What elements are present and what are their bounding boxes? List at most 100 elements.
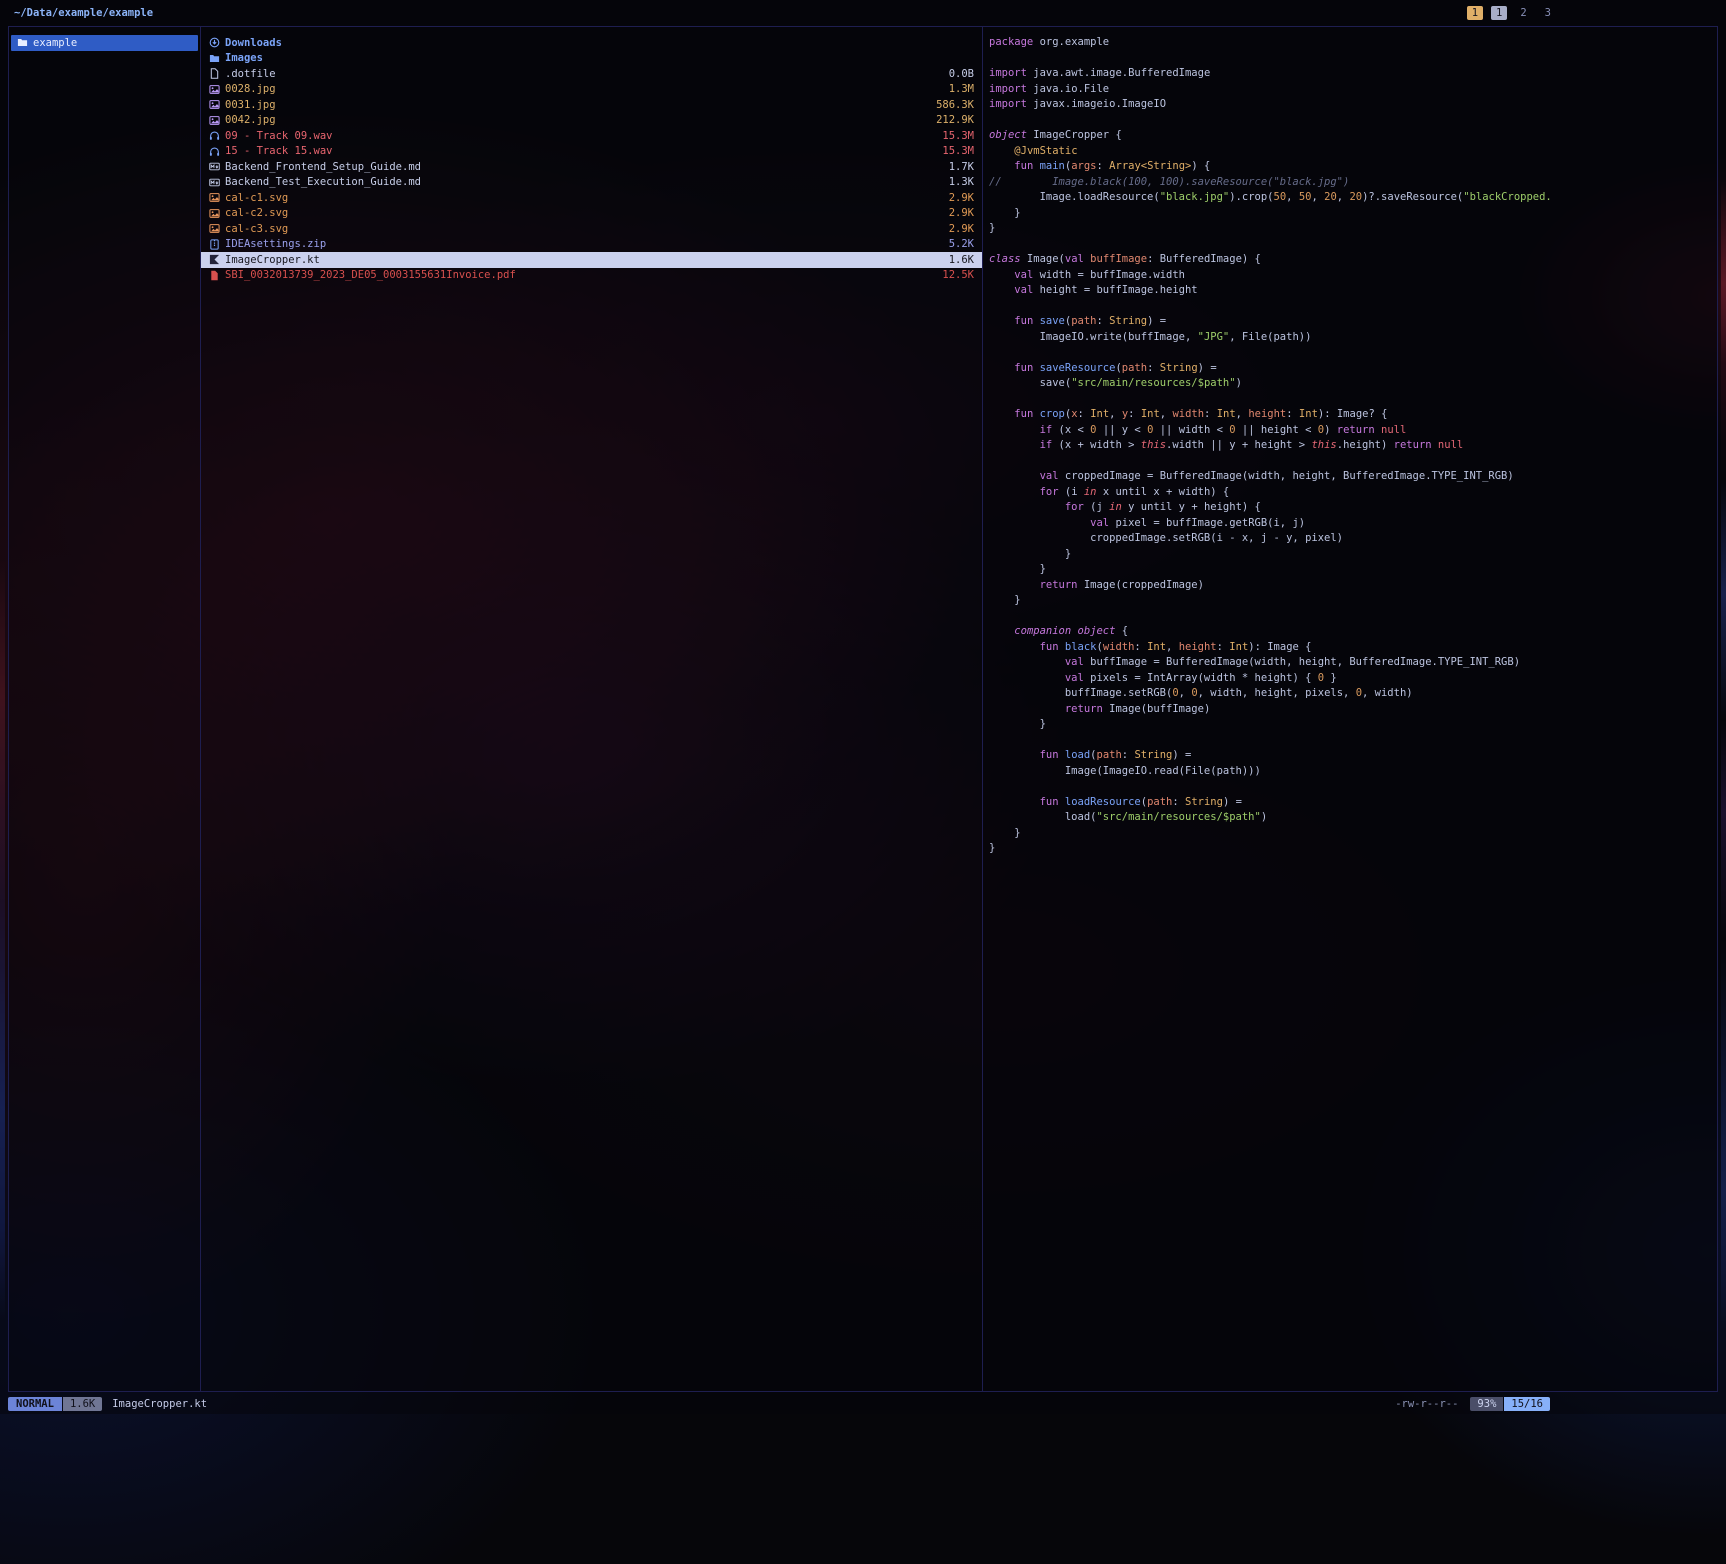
file-row[interactable]: Downloads bbox=[201, 35, 982, 51]
status-bar: NORMAL 1.6K ImageCropper.kt -rw-r--r-- 9… bbox=[8, 1395, 1718, 1412]
code-line: } bbox=[989, 206, 1711, 222]
file-name: Backend_Test_Execution_Guide.md bbox=[225, 176, 421, 188]
code-line: for (i in x until x + width) { bbox=[989, 485, 1711, 501]
tab-3[interactable]: 2 bbox=[1515, 6, 1531, 20]
file-name: Downloads bbox=[225, 37, 282, 49]
file-row[interactable]: 0031.jpg586.3K bbox=[201, 97, 982, 113]
file-size: 12.5K bbox=[932, 269, 974, 281]
file-name: .dotfile bbox=[225, 68, 276, 80]
parent-dir-row[interactable]: example bbox=[11, 35, 198, 51]
code-line: save("src/main/resources/$path") bbox=[989, 376, 1711, 392]
code-line bbox=[989, 454, 1711, 470]
code-line: } bbox=[989, 841, 1711, 857]
current-pane: DownloadsImages.dotfile0.0B0028.jpg1.3M0… bbox=[201, 27, 982, 1391]
code-line: fun load(path: String) = bbox=[989, 748, 1711, 764]
tab-bar: 1123 bbox=[1467, 0, 1556, 26]
tab-2[interactable]: 1 bbox=[1491, 6, 1507, 20]
file-row[interactable]: cal-c3.svg2.9K bbox=[201, 221, 982, 237]
status-filename: ImageCropper.kt bbox=[112, 1398, 207, 1410]
parent-pane-list: example bbox=[9, 35, 200, 51]
file-row[interactable]: Images bbox=[201, 51, 982, 67]
code-line: package org.example bbox=[989, 35, 1711, 51]
file-name: Images bbox=[225, 52, 263, 64]
file-name: IDEAsettings.zip bbox=[225, 238, 326, 250]
code-line: val width = buffImage.width bbox=[989, 268, 1711, 284]
file-row[interactable]: .dotfile0.0B bbox=[201, 66, 982, 82]
file-name: 09 - Track 09.wav bbox=[225, 130, 332, 142]
file-size: 5.2K bbox=[939, 238, 974, 250]
code-line: fun loadResource(path: String) = bbox=[989, 795, 1711, 811]
file-row[interactable]: cal-c1.svg2.9K bbox=[201, 190, 982, 206]
code-preview: package org.example import java.awt.imag… bbox=[983, 35, 1717, 857]
image-icon bbox=[209, 223, 225, 234]
code-line: return Image(croppedImage) bbox=[989, 578, 1711, 594]
code-line: fun saveResource(path: String) = bbox=[989, 361, 1711, 377]
code-line: Image(ImageIO.read(File(path))) bbox=[989, 764, 1711, 780]
code-line: @JvmStatic bbox=[989, 144, 1711, 160]
mode-indicator: NORMAL bbox=[8, 1397, 62, 1411]
file-row[interactable]: 0028.jpg1.3M bbox=[201, 82, 982, 98]
code-line: } bbox=[989, 593, 1711, 609]
path-bar: ~/Data/example/example bbox=[14, 0, 153, 26]
file-list: DownloadsImages.dotfile0.0B0028.jpg1.3M0… bbox=[201, 35, 982, 283]
image-icon bbox=[209, 99, 225, 110]
file-row[interactable]: 0042.jpg 212.9K bbox=[201, 113, 982, 129]
image-icon bbox=[209, 115, 225, 126]
file-name: 15 - Track 15.wav bbox=[225, 145, 332, 157]
code-line: val buffImage = BufferedImage(width, hei… bbox=[989, 655, 1711, 671]
file-row[interactable]: IDEAsettings.zip 5.2K bbox=[201, 237, 982, 253]
code-line: croppedImage.setRGB(i - x, j - y, pixel) bbox=[989, 531, 1711, 547]
markdown-icon bbox=[209, 177, 225, 188]
file-row[interactable]: Backend_Frontend_Setup_Guide.md 1.7K bbox=[201, 159, 982, 175]
file-row[interactable]: 09 - Track 09.wav15.3M bbox=[201, 128, 982, 144]
code-line: companion object { bbox=[989, 624, 1711, 640]
parent-pane: example bbox=[9, 27, 200, 1391]
code-line: } bbox=[989, 221, 1711, 237]
code-line bbox=[989, 779, 1711, 795]
code-line: // Image.black(100, 100).saveResource("b… bbox=[989, 175, 1711, 191]
audio-icon bbox=[209, 130, 225, 141]
code-line: buffImage.setRGB(0, 0, width, height, pi… bbox=[989, 686, 1711, 702]
code-line bbox=[989, 345, 1711, 361]
image-icon bbox=[209, 208, 225, 219]
tab-1[interactable]: 1 bbox=[1467, 6, 1483, 20]
code-line: val height = buffImage.height bbox=[989, 283, 1711, 299]
pdf-icon bbox=[209, 270, 225, 281]
folder-icon bbox=[209, 53, 225, 64]
file-size: 1.7K bbox=[939, 161, 974, 173]
code-line: ImageIO.write(buffImage, "JPG", File(pat… bbox=[989, 330, 1711, 346]
code-line bbox=[989, 609, 1711, 625]
tab-4[interactable]: 3 bbox=[1540, 6, 1556, 20]
file-name: SBI_0032013739_2023_DE05_0003155631Invoi… bbox=[225, 269, 516, 281]
file-size: 212.9K bbox=[926, 114, 974, 126]
file-size: 2.9K bbox=[939, 207, 974, 219]
file-row[interactable]: ImageCropper.kt1.6K bbox=[201, 252, 982, 268]
file-size: 2.9K bbox=[939, 223, 974, 235]
file-size: 1.3M bbox=[939, 83, 974, 95]
status-right: -rw-r--r-- 93% 15/16 bbox=[1395, 1397, 1718, 1411]
audio-icon bbox=[209, 146, 225, 157]
code-line: fun crop(x: Int, y: Int, width: Int, hei… bbox=[989, 407, 1711, 423]
code-line bbox=[989, 113, 1711, 129]
code-line: object ImageCropper { bbox=[989, 128, 1711, 144]
file-name: 0042.jpg bbox=[225, 114, 276, 126]
file-row[interactable]: SBI_0032013739_2023_DE05_0003155631Invoi… bbox=[201, 268, 982, 284]
code-line: load("src/main/resources/$path") bbox=[989, 810, 1711, 826]
code-line bbox=[989, 392, 1711, 408]
code-line: return Image(buffImage) bbox=[989, 702, 1711, 718]
file-size: 1.6K bbox=[939, 254, 974, 266]
code-line: import javax.imageio.ImageIO bbox=[989, 97, 1711, 113]
code-line: fun save(path: String) = bbox=[989, 314, 1711, 330]
file-row[interactable]: Backend_Test_Execution_Guide.md1.3K bbox=[201, 175, 982, 191]
file-row[interactable]: 15 - Track 15.wav15.3M bbox=[201, 144, 982, 160]
folder-icon bbox=[17, 37, 33, 48]
file-row[interactable]: cal-c2.svg2.9K bbox=[201, 206, 982, 222]
code-line: if (x < 0 || y < 0 || width < 0 || heigh… bbox=[989, 423, 1711, 439]
file-name: Backend_Frontend_Setup_Guide.md bbox=[225, 161, 421, 173]
preview-pane: package org.example import java.awt.imag… bbox=[983, 27, 1717, 1391]
download-icon bbox=[209, 37, 225, 48]
file-size: 2.9K bbox=[939, 192, 974, 204]
file-icon bbox=[209, 68, 225, 79]
image-icon bbox=[209, 192, 225, 203]
code-line: import java.io.File bbox=[989, 82, 1711, 98]
